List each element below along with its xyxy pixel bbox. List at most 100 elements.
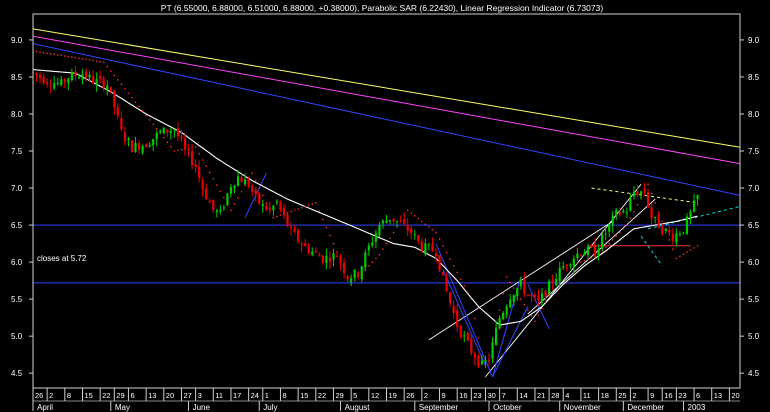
price-candle xyxy=(201,180,204,190)
sar-dot xyxy=(668,239,671,241)
price-candle xyxy=(272,205,275,211)
price-candle xyxy=(544,290,547,297)
y-tick-label-left: 7.0 xyxy=(11,184,23,193)
x-day-label: 16 xyxy=(664,391,672,400)
price-candle xyxy=(208,200,211,203)
x-day-label: 12 xyxy=(371,391,379,400)
price-candle xyxy=(180,136,183,139)
price-candle xyxy=(555,278,558,286)
price-candle xyxy=(406,224,409,231)
price-candle xyxy=(77,77,81,79)
x-day-label: 29 xyxy=(335,391,343,400)
sar-dot xyxy=(254,179,257,182)
price-candle xyxy=(279,201,282,210)
price-candle xyxy=(357,272,360,277)
price-candle xyxy=(675,233,678,243)
sar-dot xyxy=(315,202,317,204)
sar-dot xyxy=(626,224,628,226)
price-candle xyxy=(286,214,289,227)
sar-dot xyxy=(109,70,112,72)
x-day-label: 1 xyxy=(265,391,269,400)
sar-dot xyxy=(173,150,176,152)
sar-dot xyxy=(392,231,395,234)
price-candle xyxy=(229,186,233,194)
price-candle xyxy=(463,335,466,337)
sar-dot xyxy=(276,215,278,218)
y-tick-label-right: 8.0 xyxy=(748,110,760,119)
price-candle xyxy=(244,179,247,185)
price-candle xyxy=(367,245,370,251)
x-day-label: 3 xyxy=(198,391,202,400)
sar-dot xyxy=(88,59,91,61)
price-candle xyxy=(417,235,420,241)
sar-dot xyxy=(205,165,208,167)
sar-dot xyxy=(672,248,674,250)
price-candle xyxy=(350,278,353,283)
sar-dot xyxy=(124,88,126,90)
price-candle xyxy=(378,225,381,236)
x-day-label: 16 xyxy=(459,391,467,400)
price-candle xyxy=(593,244,597,256)
y-tick-label-right: 4.5 xyxy=(748,369,760,378)
sar-dot xyxy=(322,218,324,220)
sar-dot xyxy=(286,211,289,214)
sar-dot xyxy=(251,172,253,175)
price-candle xyxy=(254,189,257,195)
sar-dot xyxy=(177,149,179,152)
price-candle xyxy=(601,234,604,250)
sar-dot xyxy=(421,220,423,223)
price-candle xyxy=(537,296,540,301)
price-candle xyxy=(456,310,459,328)
price-candle xyxy=(410,228,413,234)
price-candle xyxy=(247,179,250,187)
price-candle xyxy=(293,228,296,233)
price-candle xyxy=(562,266,565,268)
price-candle xyxy=(622,210,625,213)
sar-dot xyxy=(435,231,437,234)
price-candle xyxy=(159,131,162,133)
sar-dot xyxy=(417,217,420,220)
price-candle xyxy=(540,293,544,301)
sar-dot xyxy=(438,238,441,240)
sar-dot xyxy=(95,60,98,62)
x-day-label: 5 xyxy=(353,391,357,400)
price-candle xyxy=(145,144,148,148)
price-candle xyxy=(625,212,628,214)
y-tick-label-right: 7.5 xyxy=(748,147,760,156)
price-candle xyxy=(251,185,254,192)
price-candle xyxy=(137,142,141,151)
x-day-label: 4 xyxy=(565,391,569,400)
price-candle xyxy=(597,248,600,256)
sar-dot xyxy=(71,56,73,58)
price-candle xyxy=(275,201,279,203)
sar-dot xyxy=(216,184,218,186)
sar-dot xyxy=(290,210,292,213)
x-day-label: 15 xyxy=(300,391,308,400)
x-day-label: 9 xyxy=(442,391,446,400)
sar-dot xyxy=(293,209,296,212)
x-day-label: 9 xyxy=(650,391,654,400)
x-day-label: 30 xyxy=(487,391,495,400)
price-candle xyxy=(74,71,77,77)
sar-dot xyxy=(541,307,543,310)
sar-dot xyxy=(307,204,310,207)
price-candle xyxy=(166,129,169,133)
price-candle xyxy=(42,76,45,84)
x-day-label: 2 xyxy=(424,391,428,400)
x-month-label: 2003 xyxy=(688,403,706,412)
price-candle xyxy=(615,209,618,215)
price-candle xyxy=(360,266,363,280)
y-tick-label-left: 8.0 xyxy=(11,110,23,119)
sar-dot xyxy=(686,251,688,253)
price-candle xyxy=(449,292,452,304)
price-candle xyxy=(67,78,70,84)
sar-dot xyxy=(35,50,38,53)
price-candle xyxy=(113,90,116,108)
sar-dot xyxy=(463,284,466,287)
sar-dot xyxy=(219,190,222,193)
x-day-label: 21 xyxy=(537,391,545,400)
sar-dot xyxy=(166,141,169,143)
price-candle xyxy=(198,166,201,178)
sar-dot xyxy=(371,261,374,263)
x-day-label: 27 xyxy=(183,391,191,400)
